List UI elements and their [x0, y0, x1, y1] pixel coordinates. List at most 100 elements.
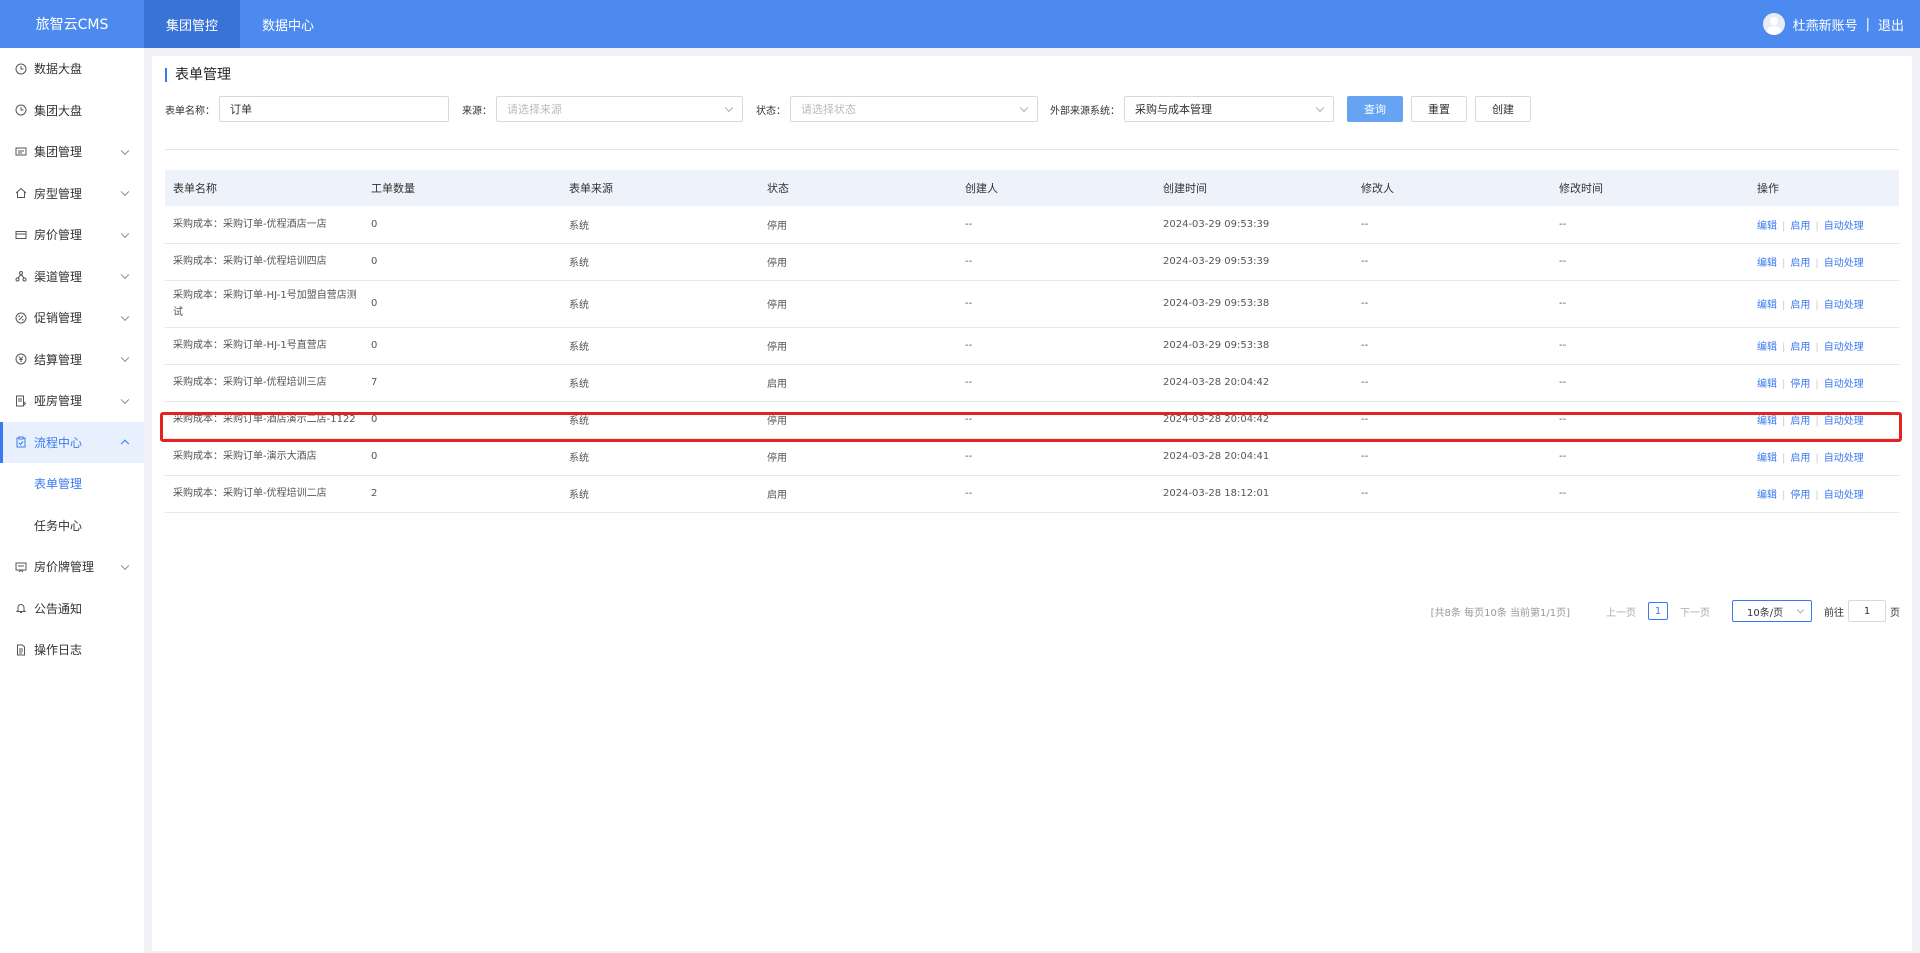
toggle-status-link[interactable]: 停用: [1790, 490, 1810, 501]
edit-link[interactable]: 编辑: [1757, 258, 1777, 269]
prev-page-button[interactable]: 上一页: [1606, 604, 1636, 619]
table-header-row: 表单名称 工单数量 表单来源 状态 创建人 创建时间 修改人 修改时间 操作: [165, 170, 1899, 206]
cell-count: 0: [363, 206, 561, 244]
action-separator: |: [1782, 300, 1786, 311]
auto-process-link[interactable]: 自动处理: [1824, 300, 1864, 311]
cell-creator: --: [957, 280, 1155, 328]
create-button[interactable]: 创建: [1475, 96, 1531, 122]
goto-page-input[interactable]: 1: [1848, 600, 1886, 622]
cell-modifier: --: [1353, 475, 1551, 513]
sidebar-item-data-dashboard[interactable]: 数据大盘: [0, 48, 144, 90]
toggle-status-link[interactable]: 启用: [1790, 453, 1810, 464]
sidebar-subitem-task-center[interactable]: 任务中心: [0, 505, 144, 547]
chevron-down-icon: [120, 312, 130, 321]
edit-link[interactable]: 编辑: [1757, 416, 1777, 427]
auto-process-link[interactable]: 自动处理: [1824, 258, 1864, 269]
column-header: 创建人: [957, 170, 1155, 206]
sidebar-item-room-type[interactable]: 房型管理: [0, 173, 144, 215]
sidebar-item-label: 房型管理: [34, 186, 83, 201]
action-separator: |: [1782, 453, 1786, 464]
action-separator: |: [1782, 416, 1786, 427]
cell-creator: --: [957, 243, 1155, 281]
cell-modifier: --: [1353, 327, 1551, 365]
edit-link[interactable]: 编辑: [1757, 490, 1777, 501]
table-row: 采购成本：采购订单-HJ-1号直营店 0 系统 停用 -- 2024-03-29 09:5…: [165, 327, 1899, 365]
auto-process-link[interactable]: 自动处理: [1824, 379, 1864, 390]
cell-source: 系统: [561, 401, 759, 439]
edit-link[interactable]: 编辑: [1757, 300, 1777, 311]
source-select[interactable]: 请选择来源: [496, 96, 743, 122]
top-nav-group-control[interactable]: 集团管控: [144, 0, 241, 48]
edit-link[interactable]: 编辑: [1757, 342, 1777, 353]
avatar-icon[interactable]: [1762, 13, 1785, 35]
action-separator: |: [1782, 342, 1786, 353]
action-separator: |: [1815, 416, 1819, 427]
sidebar-item-label: 哑房管理: [34, 394, 83, 409]
brand-logo[interactable]: 旅智云CMS: [0, 0, 144, 48]
status-label: 状态：: [756, 105, 786, 117]
message-icon: [14, 145, 28, 159]
logout-link[interactable]: 退出: [1878, 15, 1904, 34]
cell-modified-time: --: [1551, 364, 1749, 402]
cell-created-time: 2024-03-29 09:53:38: [1155, 280, 1353, 328]
sidebar-item-dummy-room[interactable]: 哑房管理: [0, 380, 144, 422]
sidebar-item-process-center[interactable]: 流程中心: [0, 421, 144, 463]
toggle-status-link[interactable]: 启用: [1790, 300, 1810, 311]
sidebar-item-promotion[interactable]: 促销管理: [0, 297, 144, 339]
toggle-status-link[interactable]: 启用: [1790, 258, 1810, 269]
cell-source: 系统: [561, 475, 759, 513]
chevron-down-icon: [120, 395, 130, 404]
cell-modified-time: --: [1551, 401, 1749, 439]
reset-button[interactable]: 重置: [1411, 96, 1467, 122]
user-name[interactable]: 杜燕新账号: [1793, 15, 1858, 34]
sidebar-item-channel[interactable]: 渠道管理: [0, 256, 144, 298]
edit-link[interactable]: 编辑: [1757, 453, 1777, 464]
edit-link[interactable]: 编辑: [1757, 379, 1777, 390]
next-page-button[interactable]: 下一页: [1680, 604, 1710, 619]
page-number-button[interactable]: 1: [1648, 602, 1668, 620]
cell-created-time: 2024-03-28 20:04:42: [1155, 401, 1353, 439]
chevron-down-icon: [120, 146, 130, 155]
cell-modifier: --: [1353, 206, 1551, 244]
cell-modified-time: --: [1551, 438, 1749, 476]
auto-process-link[interactable]: 自动处理: [1824, 490, 1864, 501]
sidebar-subitem-form-management[interactable]: 表单管理: [0, 463, 144, 505]
table-row: 采购成本：采购订单-优程酒店一店 0 系统 停用 -- 2024-03-29 09:53:…: [165, 206, 1899, 244]
goto-label: 前往: [1824, 607, 1844, 619]
toggle-status-link[interactable]: 启用: [1790, 342, 1810, 353]
cell-status: 停用: [759, 206, 957, 244]
toggle-status-link[interactable]: 停用: [1790, 379, 1810, 390]
toggle-status-link[interactable]: 启用: [1790, 221, 1810, 232]
sidebar-item-settlement[interactable]: 结算管理: [0, 339, 144, 381]
form-name-input[interactable]: 订单: [219, 96, 449, 122]
sidebar-item-operation-log[interactable]: 操作日志: [0, 629, 144, 671]
auto-process-link[interactable]: 自动处理: [1824, 342, 1864, 353]
sidebar-item-room-price[interactable]: 房价管理: [0, 214, 144, 256]
cell-source: 系统: [561, 327, 759, 365]
auto-process-link[interactable]: 自动处理: [1824, 416, 1864, 427]
sidebar-item-group-dashboard[interactable]: 集团大盘: [0, 90, 144, 132]
auto-process-link[interactable]: 自动处理: [1824, 453, 1864, 464]
sidebar-item-announcement[interactable]: 公告通知: [0, 588, 144, 630]
sidebar-item-group-management[interactable]: 集团管理: [0, 131, 144, 173]
status-select[interactable]: 请选择状态: [790, 96, 1038, 122]
cell-status: 启用: [759, 475, 957, 513]
cell-status: 停用: [759, 401, 957, 439]
chevron-down-icon: [120, 270, 130, 280]
page-size-select[interactable]: 10条/页: [1732, 600, 1812, 622]
cell-form-name: 采购成本：采购订单-优程培训三店: [165, 364, 363, 402]
cell-modifier: --: [1353, 280, 1551, 328]
external-source-select[interactable]: 采购与成本管理: [1124, 96, 1334, 122]
sidebar-item-label: 流程中心: [34, 435, 83, 450]
toggle-status-link[interactable]: 启用: [1790, 416, 1810, 427]
chevron-up-icon: [120, 439, 130, 449]
query-button[interactable]: 查询: [1347, 96, 1403, 122]
pagination: [共8条 每页10条 当前第1/1页] 上一页 1 下一页 10条/页 前往 1…: [1431, 600, 1900, 622]
auto-process-link[interactable]: 自动处理: [1824, 221, 1864, 232]
sidebar-item-label: 集团管理: [34, 145, 83, 160]
top-nav: 集团管控 数据中心: [144, 0, 336, 48]
top-nav-data-center[interactable]: 数据中心: [240, 0, 336, 48]
sidebar-item-price-board[interactable]: 房价牌管理: [0, 546, 144, 588]
cell-modified-time: --: [1551, 475, 1749, 513]
edit-link[interactable]: 编辑: [1757, 221, 1777, 232]
